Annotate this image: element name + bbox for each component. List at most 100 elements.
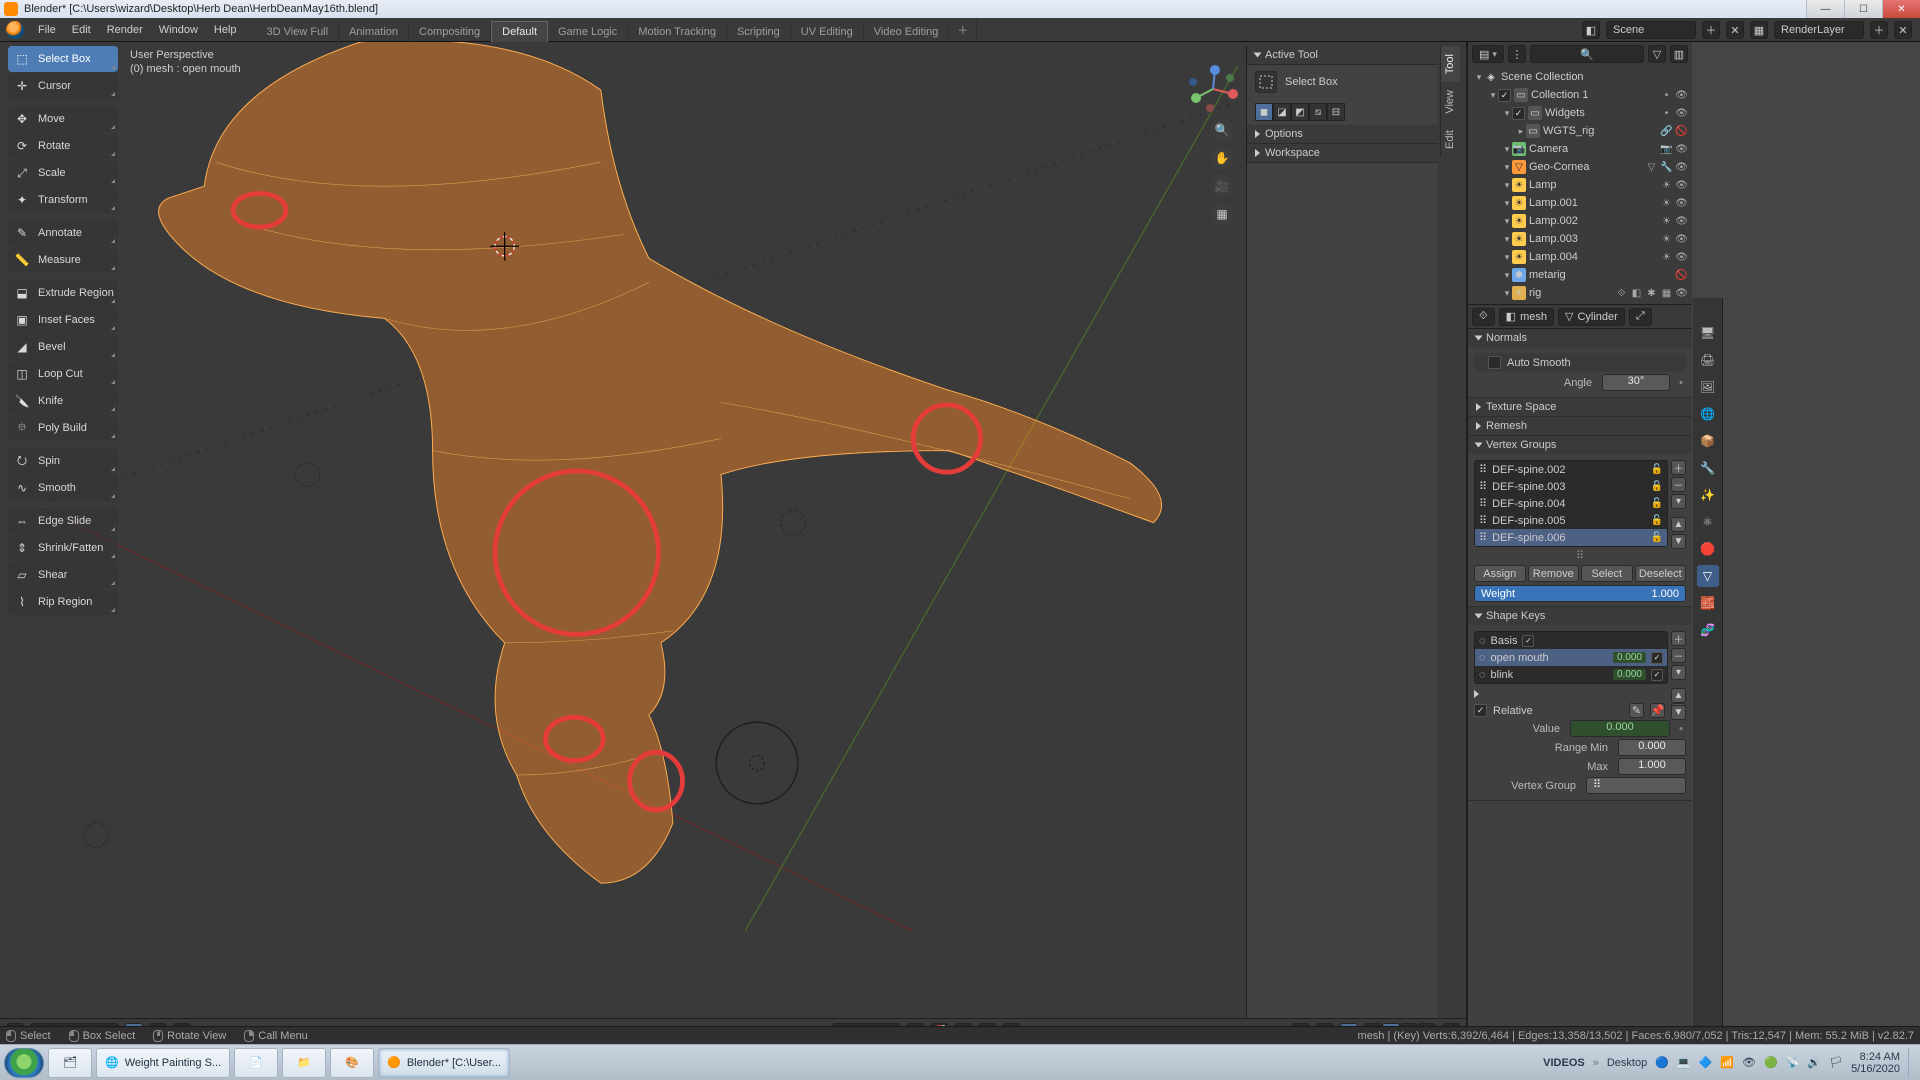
tool-inset[interactable]: ▣Inset Faces (8, 307, 118, 333)
window-close-button[interactable]: ✕ (1882, 0, 1920, 18)
vertex-group-item[interactable]: ⠿DEF-spine.006🔓 (1475, 529, 1667, 546)
shape-key-remove-button[interactable]: － (1671, 648, 1686, 663)
scene-new-button[interactable]: ＋ (1702, 21, 1720, 39)
npanel-tab-view[interactable]: View (1440, 82, 1460, 122)
shape-key-mute-checkbox[interactable] (1522, 635, 1534, 647)
vg-assign-button[interactable]: Assign (1474, 565, 1526, 582)
tool-transform[interactable]: ✦Transform (8, 187, 118, 213)
perspective-toggle-button[interactable]: ▦ (1210, 202, 1234, 226)
tool-shear[interactable]: ▱Shear (8, 562, 118, 588)
workspace-tab-compositing[interactable]: Compositing (409, 22, 491, 42)
properties-tab-8[interactable]: 🛑 (1697, 538, 1719, 560)
panel-header-normals[interactable]: Normals (1468, 329, 1692, 347)
tool-cursor[interactable]: ✛Cursor (8, 73, 118, 99)
shapekey-rangemin-field[interactable]: 0.000 (1618, 739, 1686, 756)
taskbar-item-blender[interactable]: 🟠Blender* [C:\User... (378, 1048, 510, 1078)
properties-tab-5[interactable]: 🔧 (1697, 457, 1719, 479)
outliner-eye-icon[interactable]: 👁 (1675, 215, 1688, 228)
outliner-display-mode[interactable]: ▤ (1472, 45, 1504, 63)
tool-move[interactable]: ✥Move (8, 106, 118, 132)
tool-polybuild[interactable]: ⯐Poly Build (8, 415, 118, 441)
shapekey-max-field[interactable]: 1.000 (1618, 758, 1686, 775)
taskbar-item-notepad[interactable]: 📄 (234, 1048, 278, 1078)
vg-remove-button[interactable]: Remove (1528, 565, 1580, 582)
vertex-group-list[interactable]: ⠿DEF-spine.002🔓⠿DEF-spine.003🔓 ⠿DEF-spine… (1474, 460, 1668, 547)
properties-tab-3[interactable]: 🌐 (1697, 403, 1719, 425)
breadcrumb-object[interactable]: ◧ mesh (1499, 308, 1554, 326)
properties-tab-10[interactable]: 🧱 (1697, 592, 1719, 614)
vertex-group-item[interactable]: ⠿DEF-spine.003🔓 (1475, 478, 1667, 495)
breadcrumb-data[interactable]: ▽ Cylinder (1558, 308, 1625, 326)
outliner-enable-checkbox[interactable] (1512, 107, 1525, 120)
vg-select-button[interactable]: Select (1581, 565, 1633, 582)
tool-rip[interactable]: ⌇Rip Region (8, 589, 118, 615)
outliner-eye-off-icon[interactable]: 🚫 (1675, 269, 1688, 282)
properties-pin[interactable]: ⟐ (1472, 308, 1495, 326)
outliner-a-icon[interactable]: ⟐ (1615, 287, 1628, 300)
vertex-group-lock-icon[interactable]: 🔓 (1651, 464, 1663, 475)
properties-tab-9[interactable]: ▽ (1697, 565, 1719, 587)
menu-file[interactable]: File (30, 18, 64, 42)
shape-key-mute-checkbox[interactable] (1651, 652, 1663, 664)
selmode-set[interactable]: ◼ (1255, 103, 1273, 121)
tool-measure[interactable]: 📏Measure (8, 247, 118, 273)
3d-viewport[interactable]: User Perspective (0) mesh : open mouth (0, 42, 1467, 1044)
selmode-subtract[interactable]: ◩ (1291, 103, 1309, 121)
menu-edit[interactable]: Edit (64, 18, 99, 42)
tool-bevel[interactable]: ◢Bevel (8, 334, 118, 360)
tool-shrinkfatten[interactable]: ⇕Shrink/Fatten (8, 535, 118, 561)
tray-action-center-icon[interactable]: 🏳 (1829, 1056, 1843, 1069)
outliner-lamp-icon[interactable]: ☀ (1660, 215, 1673, 228)
start-button[interactable] (4, 1048, 44, 1078)
outliner-eye-icon[interactable]: 👁 (1675, 197, 1688, 210)
outliner-c-icon[interactable]: ✱ (1645, 287, 1658, 300)
outliner-eye-off-icon[interactable]: 🚫 (1675, 125, 1688, 138)
outliner-eye-icon[interactable]: 👁 (1675, 143, 1688, 156)
outliner-row[interactable]: ▾✱metarig🚫 (1468, 266, 1692, 284)
outliner-b-icon[interactable]: ◧ (1630, 287, 1643, 300)
shape-key-value[interactable]: 0.000 (1613, 669, 1646, 680)
show-desktop-button[interactable] (1908, 1048, 1916, 1078)
vertex-group-remove-button[interactable]: － (1671, 477, 1686, 492)
vertex-group-item[interactable]: ⠿DEF-spine.005🔓 (1475, 512, 1667, 529)
menu-help[interactable]: Help (206, 18, 245, 42)
shapekey-value-field[interactable]: 0.000 (1570, 720, 1670, 737)
outliner-row[interactable]: ▾▭Widgets•👁 (1468, 104, 1692, 122)
shapekey-pin-button[interactable]: 📌 (1650, 703, 1665, 718)
scene-delete-button[interactable]: ✕ (1726, 21, 1744, 39)
angle-keyframe-button[interactable]: • (1676, 377, 1686, 389)
shapekey-vertexgroup-field[interactable]: ⠿ (1586, 777, 1686, 794)
npanel-tab-edit[interactable]: Edit (1440, 122, 1460, 157)
taskbar-item-explorer[interactable]: 🗂 (48, 1048, 92, 1078)
workspace-tab-default[interactable]: Default (491, 21, 548, 42)
properties-tab-0[interactable]: 🖥 (1697, 322, 1719, 344)
scene-icon[interactable]: ◧ (1582, 21, 1600, 39)
taskbar-item-folder[interactable]: 📁 (282, 1048, 326, 1078)
vertex-group-lock-icon[interactable]: 🔓 (1651, 515, 1663, 526)
tray-icon[interactable]: 🔵 (1655, 1056, 1669, 1069)
blender-logo-icon[interactable] (6, 21, 24, 39)
tool-annotate[interactable]: ✎Annotate (8, 220, 118, 246)
workspace-tab-animation[interactable]: Animation (339, 22, 409, 42)
tray-volume-icon[interactable]: 🔊 (1807, 1056, 1821, 1069)
outliner-row[interactable]: ▾☀Lamp.002☀👁 (1468, 212, 1692, 230)
properties-tab-4[interactable]: 📦 (1697, 430, 1719, 452)
properties-tab-6[interactable]: ✨ (1697, 484, 1719, 506)
vertex-group-item[interactable]: ⠿DEF-spine.002🔓 (1475, 461, 1667, 478)
outliner-eye-icon[interactable]: 👁 (1675, 107, 1688, 120)
outliner-mod-icon[interactable]: 🔧 (1660, 161, 1673, 174)
vertex-group-move-up-button[interactable]: ▲ (1671, 517, 1686, 532)
shape-key-move-up-button[interactable]: ▲ (1671, 688, 1686, 703)
scene-selector[interactable]: Scene (1606, 21, 1696, 39)
outliner-row[interactable]: ▾📷Camera📷👁 (1468, 140, 1692, 158)
vg-weight-slider[interactable]: Weight 1.000 (1474, 585, 1686, 602)
outliner-eye-icon[interactable]: 👁 (1675, 251, 1688, 264)
outliner-row[interactable]: ▾▽Geo-Cornea▽🔧👁 (1468, 158, 1692, 176)
selmode-intersect[interactable]: ⊟ (1327, 103, 1345, 121)
outliner-lamp-icon[interactable]: ☀ (1660, 197, 1673, 210)
outliner-eye-icon[interactable]: 👁 (1675, 179, 1688, 192)
vertex-group-lock-icon[interactable]: 🔓 (1651, 481, 1663, 492)
outliner-eye-icon[interactable]: 👁 (1675, 89, 1688, 102)
workspace-tab-uv-editing[interactable]: UV Editing (791, 22, 864, 42)
tray-desktop-label[interactable]: Desktop (1607, 1057, 1647, 1069)
